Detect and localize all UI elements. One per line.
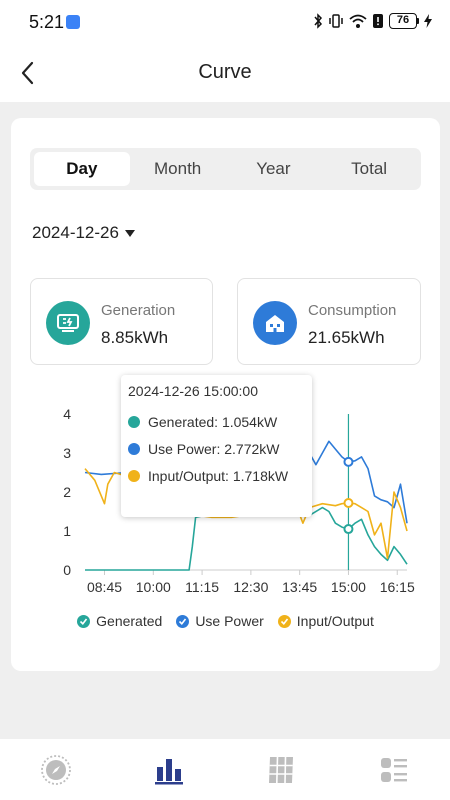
period-tabs: Day Month Year Total [30, 148, 421, 190]
cursor-point-generated [343, 524, 354, 535]
x-tick-label: 13:45 [282, 579, 317, 595]
legend-use-power[interactable]: Use Power [176, 613, 264, 629]
dropdown-caret-icon [124, 229, 135, 237]
tooltip-generated-text: Generated: 1.054kW [148, 413, 278, 430]
y-tick-label: 2 [63, 484, 71, 500]
header: Curve [0, 46, 450, 102]
charging-icon [424, 14, 432, 28]
y-tick-label: 3 [63, 445, 71, 461]
legend-input-output[interactable]: Input/Output [277, 613, 374, 629]
legend-generated[interactable]: Generated [77, 613, 162, 629]
tooltip-row-use-power: Use Power: 2.772kW [128, 435, 305, 462]
date-selector[interactable]: 2024-12-26 [32, 223, 135, 243]
check-icon [277, 614, 291, 628]
generation-label: Generation [101, 302, 176, 319]
nav-settings[interactable] [338, 739, 450, 800]
input-output-dot-icon [128, 469, 140, 482]
x-tick-label: 08:45 [87, 579, 122, 595]
tooltip-row-generated: Generated: 1.054kW [128, 408, 305, 435]
consumption-value: 21.65kWh [308, 328, 385, 347]
battery-level: 76 [389, 13, 417, 29]
x-tick-label: 11:15 [185, 579, 219, 595]
page-title: Curve [198, 61, 252, 83]
y-tick-label: 0 [63, 562, 71, 578]
menu-list-icon [380, 757, 407, 782]
tooltip-row-input-output: Input/Output: 1.718kW [128, 462, 305, 489]
status-time: 5:21 [29, 12, 65, 32]
nav-curve[interactable] [113, 739, 226, 800]
bar-chart-icon [154, 758, 183, 784]
generation-value: 8.85kWh [101, 328, 169, 347]
nav-devices[interactable] [225, 739, 338, 800]
consumption-card: Consumption 21.65kWh [237, 278, 421, 365]
bluetooth-icon [314, 13, 323, 29]
tooltip-title: 2024-12-26 15:00:00 [128, 383, 258, 399]
tab-month[interactable]: Month [130, 152, 226, 186]
legend-label: Input/Output [296, 613, 374, 629]
x-tick-label: 12:30 [233, 579, 268, 595]
curve-card: Day Month Year Total 2024-12-26 Generati… [11, 118, 440, 671]
x-tick-label: 15:00 [331, 579, 366, 595]
consumption-label: Consumption [308, 302, 397, 319]
nav-dashboard[interactable] [0, 739, 113, 800]
cursor-point-input-output [343, 497, 354, 508]
x-tick-label: 16:15 [380, 579, 415, 595]
tab-year[interactable]: Year [226, 152, 322, 186]
date-value: 2024-12-26 [32, 223, 119, 242]
battery-icon: 76 [389, 13, 419, 29]
y-tick-label: 4 [63, 406, 71, 422]
check-icon [77, 614, 91, 628]
sim-alert-icon [373, 14, 383, 28]
generated-dot-icon [128, 415, 140, 428]
tab-total[interactable]: Total [321, 152, 417, 186]
y-tick-label: 1 [63, 523, 71, 539]
tooltip-use-power-text: Use Power: 2.772kW [148, 440, 280, 457]
use-power-dot-icon [128, 442, 140, 455]
check-icon [176, 614, 190, 628]
tooltip-input-output-text: Input/Output: 1.718kW [148, 467, 289, 484]
legend-label: Generated [96, 613, 163, 629]
wifi-icon [349, 14, 367, 28]
compass-icon [41, 754, 72, 785]
cursor-point-use-power [343, 456, 354, 467]
bottom-nav [0, 739, 450, 800]
solar-panel-icon [269, 756, 294, 783]
tab-day[interactable]: Day [34, 152, 130, 186]
legend-label: Use Power [195, 613, 264, 629]
status-bar: 5:21 76 [0, 0, 450, 46]
app-notification-icon [66, 15, 80, 29]
generation-icon [46, 301, 90, 345]
house-icon [253, 301, 297, 345]
x-tick-label: 10:00 [136, 579, 171, 595]
chart-tooltip: 2024-12-26 15:00:00 Generated: 1.054kW U… [121, 375, 312, 517]
vibrate-icon [329, 14, 343, 28]
status-icons: 76 [313, 13, 432, 29]
chart-legend: Generated Use Power Input/Output [11, 613, 440, 629]
generation-card: Generation 8.85kWh [30, 278, 213, 365]
